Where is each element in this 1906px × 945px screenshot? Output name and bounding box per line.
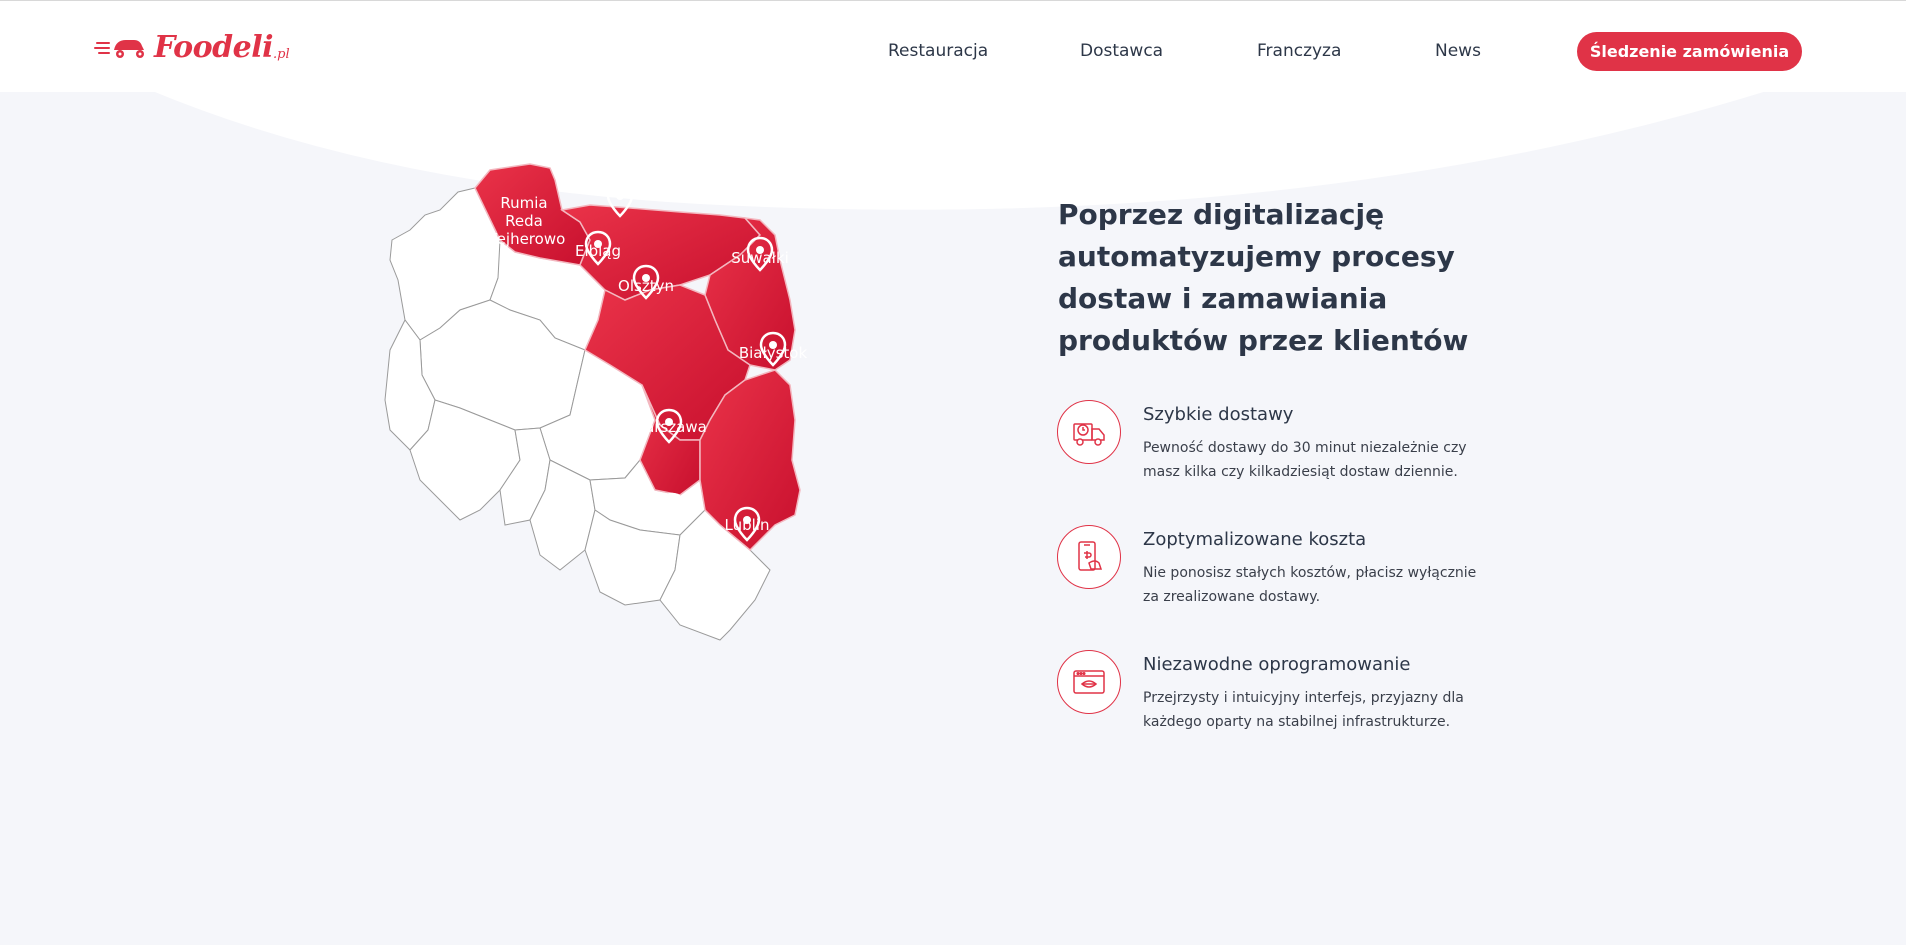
city-label-elblag: Elbląg [575,242,621,260]
order-tracking-button[interactable]: Śledzenie zamówienia [1577,32,1802,71]
headline-line: produktów przez klientów [1058,324,1469,357]
hero-headline: Poprzez digitalizację automatyzujemy pro… [1058,194,1498,362]
nav-item-restauracja[interactable]: Restauracja [888,41,988,61]
software-window-icon [1057,650,1121,714]
city-label-wejherowo: Wejherowo [483,230,566,248]
nav-item-news[interactable]: News [1435,41,1481,61]
feature-fast-delivery: Szybkie dostawy Pewność dostawy do 30 mi… [1057,400,1537,510]
site-header: Foodeli .pl Restauracja Dostawca Franczy… [0,0,1906,92]
city-label-olsztyn: Olsztyn [618,277,674,295]
city-label-rumia: Rumia [500,194,547,212]
city-label-suwalki: Suwałki [731,249,789,267]
headline-line: automatyzujemy procesy [1058,240,1455,273]
feature-title: Szybkie dostawy [1143,404,1294,425]
feature-title: Zoptymalizowane koszta [1143,529,1367,550]
delivery-truck-icon [1057,400,1121,464]
nav-item-dostawca[interactable]: Dostawca [1080,41,1163,61]
feature-description: Nie ponosisz stałych kosztów, płacisz wy… [1143,565,1477,605]
city-label-reda: Reda [505,212,543,230]
headline-line: dostaw i zamawiania [1058,282,1388,315]
feature-description: Przejrzysty i intuicyjny interfejs, przy… [1143,690,1464,730]
city-label-radom: Radom [646,501,699,519]
brand-logo[interactable]: Foodeli .pl [94,27,290,67]
city-label-lublin: Lublin [725,516,770,534]
brand-name: Foodeli [154,29,274,65]
poland-coverage-map: Rumia Reda Wejherowo Elbląg Olsztyn Suwa… [384,163,808,641]
headline-line: Poprzez digitalizację [1058,198,1385,231]
phone-payment-icon [1057,525,1121,589]
feature-optimized-costs: Zoptymalizowane koszta Nie ponosisz stał… [1057,525,1537,635]
feature-description: Pewność dostawy do 30 minut niezależnie … [1143,440,1467,480]
feature-title: Niezawodne oprogramowanie [1143,654,1411,675]
brand-tld: .pl [273,46,290,62]
nav-item-franczyza[interactable]: Franczyza [1257,41,1341,61]
feature-reliable-software: Niezawodne oprogramowanie Przejrzysty i … [1057,650,1537,760]
city-label-warszawa: Warszawa [631,418,707,436]
delivery-scooter-icon [94,40,144,58]
city-label-bialystok: Białystok [739,344,808,362]
